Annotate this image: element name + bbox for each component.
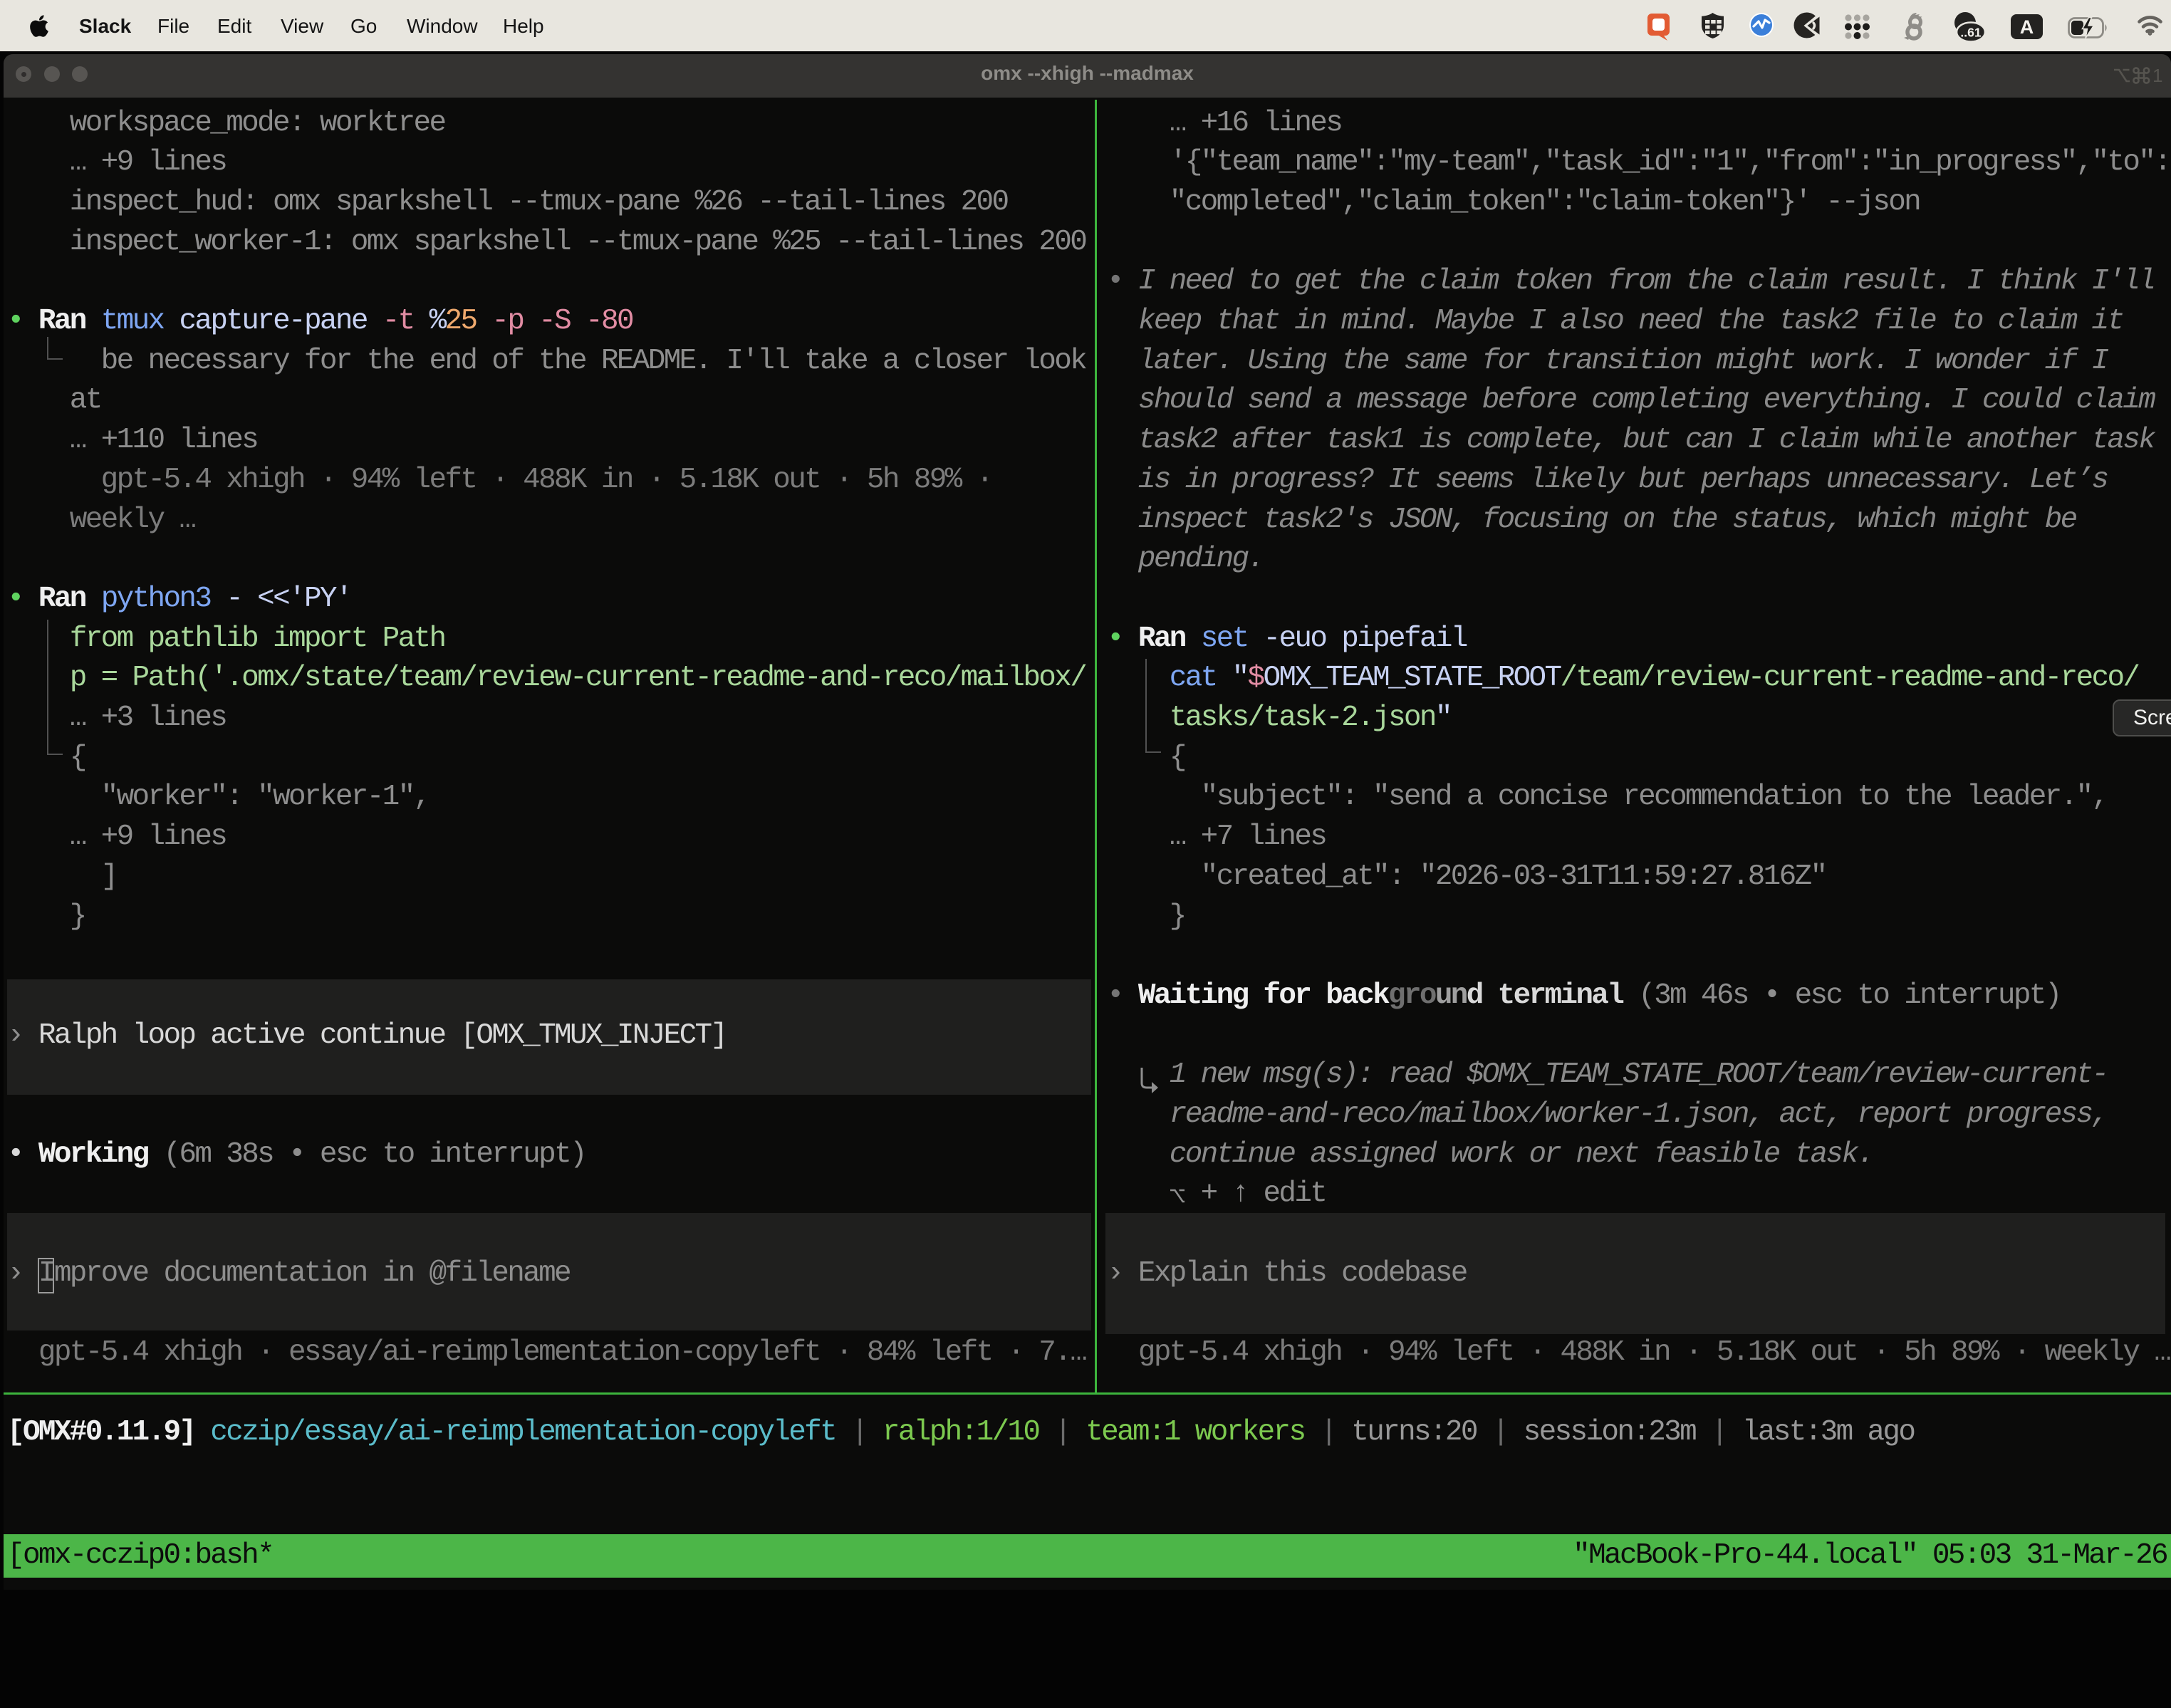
svg-text:1: 1 (2152, 65, 2162, 86)
